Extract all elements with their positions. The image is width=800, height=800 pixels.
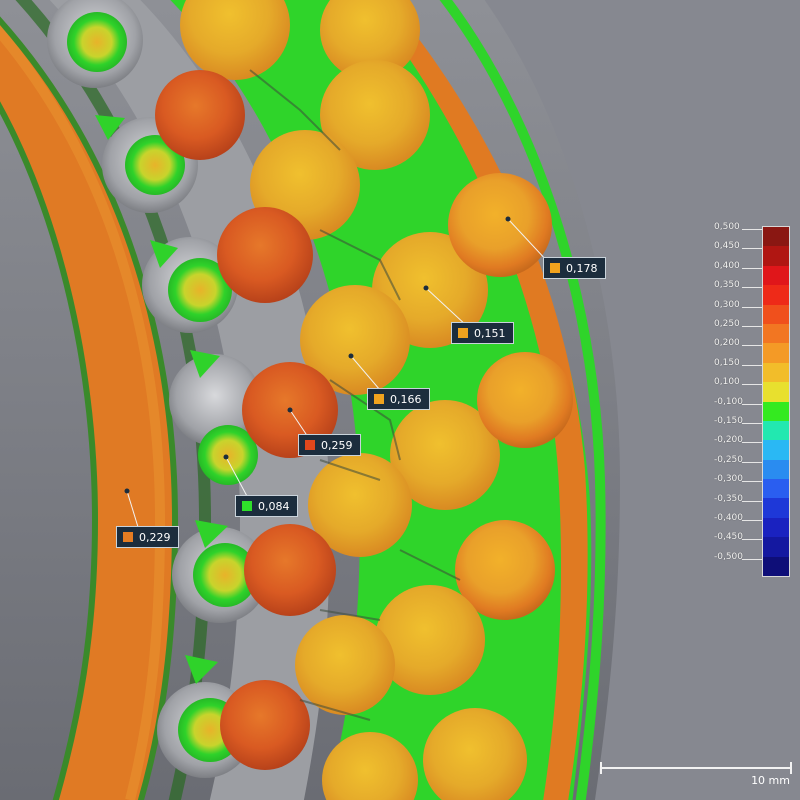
legend-tick-label: 0,450 [714, 241, 762, 251]
scale-bar: 10 mm [600, 762, 792, 792]
legend-color-cell [763, 382, 789, 402]
legend-color-cell [763, 498, 789, 518]
legend-color-cell [763, 343, 789, 363]
legend-color-cell [763, 265, 789, 286]
callout-value: 0,166 [390, 392, 422, 406]
scale-bar-cap [600, 762, 602, 774]
callout-value: 0,178 [566, 261, 598, 275]
legend-color-cell [763, 537, 789, 557]
callout-value: 0,229 [139, 530, 171, 544]
legend-color-cell [763, 227, 789, 247]
legend-color-cell [763, 304, 789, 324]
legend-color-cell [763, 420, 789, 441]
legend-color-cell [763, 246, 789, 266]
deviation-callout[interactable]: 0,084 [235, 495, 298, 517]
legend-color-cell [763, 323, 789, 344]
legend-tick-label: -0,200 [714, 435, 762, 445]
legend-tick-label: 0,100 [714, 377, 762, 387]
color-scale-legend: 0,500 0,450 0,400 0,350 0,300 0,250 0,200 0,150… [714, 222, 790, 578]
deviation-callout[interactable]: 0,166 [367, 388, 430, 410]
deviation-callout[interactable]: 0,259 [298, 434, 361, 456]
legend-tick-label: 0,500 [714, 222, 762, 232]
legend-tick-label: -0,150 [714, 416, 762, 426]
scale-bar-label: 10 mm [751, 774, 790, 787]
legend-color-bar [762, 226, 790, 578]
callout-swatch [373, 393, 385, 405]
callout-value: 0,084 [258, 499, 290, 513]
legend-color-cell [763, 401, 789, 421]
legend-tick-label: -0,300 [714, 474, 762, 484]
callout-swatch [549, 262, 561, 274]
legend-tick-label: -0,350 [714, 494, 762, 504]
legend-tick-label: -0,500 [714, 552, 762, 562]
scale-bar-line [600, 767, 792, 769]
callout-swatch [241, 500, 253, 512]
legend-tick-label: 0,200 [714, 338, 762, 348]
legend-tick-label: -0,450 [714, 532, 762, 542]
legend-tick-label: 0,150 [714, 358, 762, 368]
legend-color-cell [763, 362, 789, 383]
deviation-callout[interactable]: 0,151 [451, 322, 514, 344]
callout-value: 0,151 [474, 326, 506, 340]
legend-tick-label: 0,250 [714, 319, 762, 329]
legend-tick-label: 0,350 [714, 280, 762, 290]
deviation-callout[interactable]: 0,229 [116, 526, 179, 548]
3d-viewport[interactable]: 0,178 0,151 0,166 0,259 0,084 0,229 [0, 0, 800, 800]
legend-tick-label: -0,400 [714, 513, 762, 523]
legend-color-cell [763, 459, 789, 480]
legend-color-cell [763, 440, 789, 460]
callout-value: 0,259 [321, 438, 353, 452]
legend-color-cell [763, 517, 789, 538]
legend-color-cell [763, 479, 789, 499]
deviation-callout[interactable]: 0,178 [543, 257, 606, 279]
callout-swatch [122, 531, 134, 543]
legend-color-cell [763, 285, 789, 305]
legend-tick-label: -0,250 [714, 455, 762, 465]
callout-swatch [457, 327, 469, 339]
legend-tick-label: -0,100 [714, 397, 762, 407]
scale-bar-cap [790, 762, 792, 774]
legend-tick-labels: 0,500 0,450 0,400 0,350 0,300 0,250 0,200 0,150… [714, 222, 762, 574]
callout-swatch [304, 439, 316, 451]
legend-color-cell [763, 556, 789, 577]
legend-tick-label: 0,400 [714, 261, 762, 271]
legend-tick-label: 0,300 [714, 300, 762, 310]
